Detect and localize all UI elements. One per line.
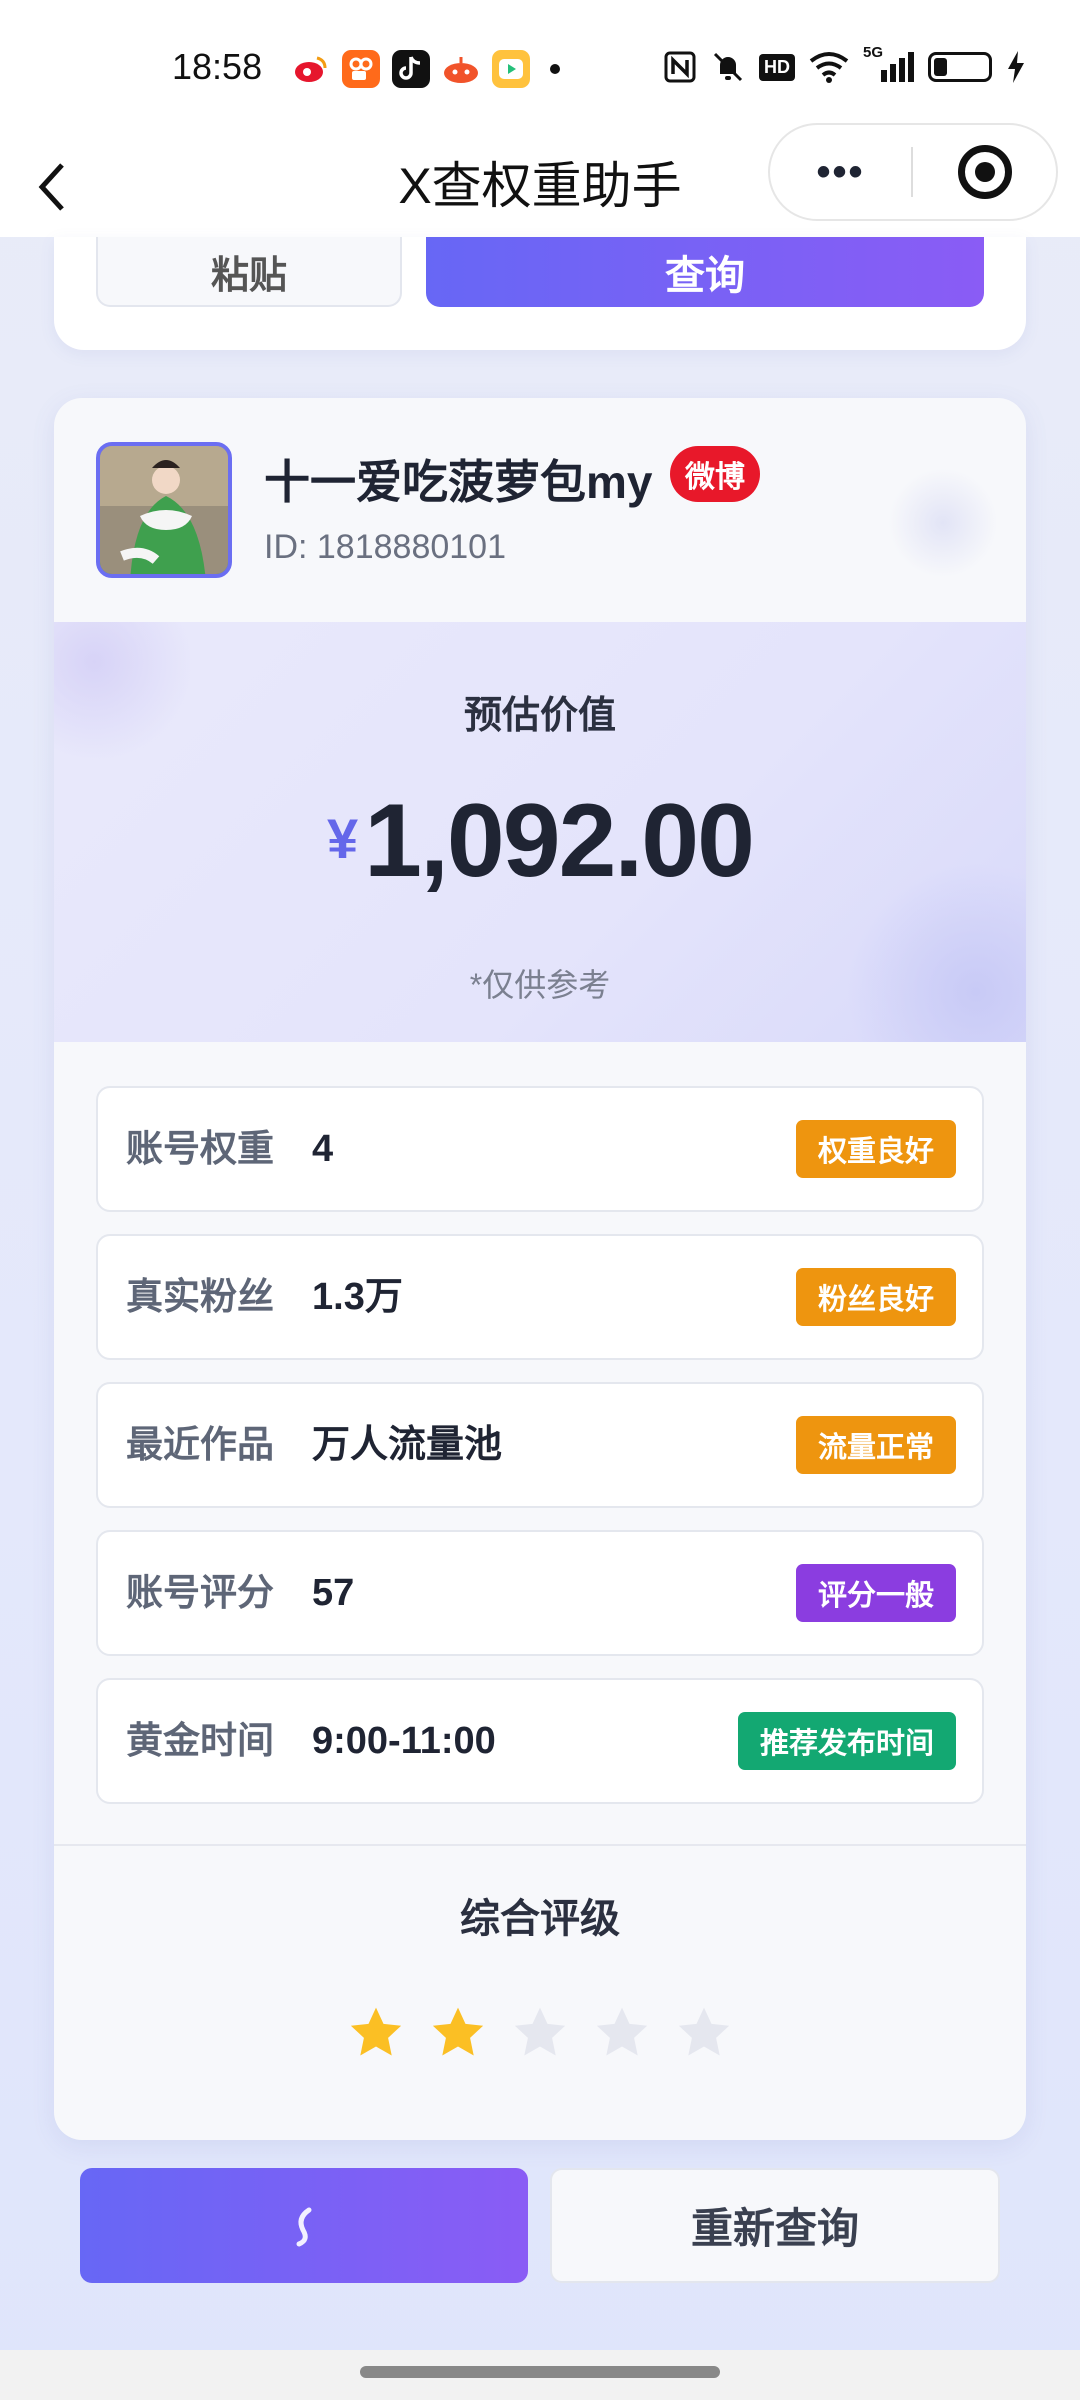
star-empty-icon: [596, 2007, 648, 2056]
close-miniprogram-button[interactable]: [913, 145, 1056, 199]
result-card: 十一爱吃菠萝包my 微博 ID: 1818880101 预估价值 ¥1,092.…: [54, 398, 1026, 2140]
valuation-note: *仅供参考: [469, 967, 611, 1003]
rating-title: 综合评级: [460, 1897, 620, 1941]
signal-5g-icon: 5G: [863, 44, 914, 82]
platform-badge: 微博: [670, 446, 760, 502]
battery-icon: [928, 52, 992, 82]
hd-icon: HD: [759, 53, 795, 81]
metric-label: 最近作品: [126, 1424, 274, 1465]
star-filled-icon: [432, 2007, 484, 2056]
weibo-icon: [292, 50, 330, 88]
query-card: 粘贴 查询: [54, 237, 1026, 350]
metric-tag: 粉丝良好: [795, 1268, 956, 1326]
metric-value: 1.3万: [312, 1276, 403, 1318]
currency-symbol: ¥: [327, 807, 359, 870]
star-empty-icon: [678, 2007, 730, 2056]
system-indicators: HD 5G: [663, 44, 1026, 84]
more-notifications-dot: [550, 64, 560, 74]
profile-header: 十一爱吃菠萝包my 微博 ID: 1818880101: [54, 398, 1026, 622]
nfc-icon: [664, 51, 696, 83]
status-time: 18:58: [172, 46, 263, 87]
metric-tag: 推荐发布时间: [737, 1712, 956, 1770]
miniprogram-capsule: •••: [768, 123, 1058, 221]
metrics-list: 账号权重 4 权重良好 真实粉丝 1.3万 粉丝良好 最近作品 万人流量池 流量…: [96, 1086, 984, 1826]
home-indicator[interactable]: [360, 2366, 720, 2378]
requery-button[interactable]: 重新查询: [550, 2168, 1000, 2283]
avatar: [96, 442, 232, 578]
douyin-icon: [392, 50, 430, 88]
metric-tag: 流量正常: [795, 1416, 956, 1474]
metric-row-recent-works: 最近作品 万人流量池 流量正常: [96, 1382, 984, 1508]
query-button[interactable]: 查询: [426, 237, 984, 307]
account-id: ID: 1818880101: [264, 528, 506, 566]
charging-icon: [1008, 51, 1024, 83]
metric-label: 账号评分: [126, 1572, 274, 1613]
valuation-label: 预估价值: [463, 695, 616, 737]
valuation-amount: ¥1,092.00: [54, 782, 1026, 901]
valuation-number: 1,092.00: [364, 783, 755, 899]
metric-row-score: 账号评分 57 评分一般: [96, 1530, 984, 1656]
more-menu-button[interactable]: •••: [770, 150, 911, 195]
metric-value: 9:00-11:00: [312, 1720, 496, 1762]
video-icon: [492, 50, 530, 88]
metric-tag: 权重良好: [795, 1120, 956, 1178]
metric-row-fans: 真实粉丝 1.3万 粉丝良好: [96, 1234, 984, 1360]
account-name: 十一爱吃菠萝包my: [264, 456, 653, 508]
taobao-icon: [442, 50, 480, 88]
metric-label: 账号权重: [126, 1128, 274, 1169]
metric-label: 黄金时间: [126, 1720, 274, 1761]
metric-tag: 评分一般: [795, 1564, 956, 1622]
paste-button[interactable]: 粘贴: [96, 237, 402, 307]
kuaishou-icon: [342, 50, 380, 88]
metric-row-weight: 账号权重 4 权重良好: [96, 1086, 984, 1212]
status-bar: 18:58 HD 5G: [0, 0, 1080, 135]
metric-row-golden-time: 黄金时间 9:00-11:00 推荐发布时间: [96, 1678, 984, 1804]
metric-value: 万人流量池: [312, 1424, 503, 1466]
wifi-icon: [809, 52, 849, 83]
valuation-section: 预估价值 ¥1,092.00 *仅供参考: [54, 622, 1026, 1042]
battery-level: [934, 58, 947, 76]
nav-bar: X查权重助手 •••: [0, 123, 1080, 237]
metric-label: 真实粉丝: [126, 1276, 274, 1317]
section-divider: [54, 1844, 1026, 1846]
metric-value: 57: [312, 1572, 355, 1614]
share-icon: [296, 2207, 312, 2246]
star-empty-icon: [514, 2007, 566, 2056]
decorative-blob: [888, 468, 998, 578]
more-icon: •••: [816, 149, 865, 194]
star-filled-icon: [350, 2007, 402, 2056]
star-rating: [54, 2004, 1026, 2062]
mute-icon: [713, 52, 743, 82]
metric-value: 4: [312, 1128, 334, 1170]
notification-icons: [292, 50, 560, 88]
network-label: 5G: [863, 44, 884, 61]
target-icon: [957, 145, 1012, 199]
share-button[interactable]: [80, 2168, 528, 2283]
